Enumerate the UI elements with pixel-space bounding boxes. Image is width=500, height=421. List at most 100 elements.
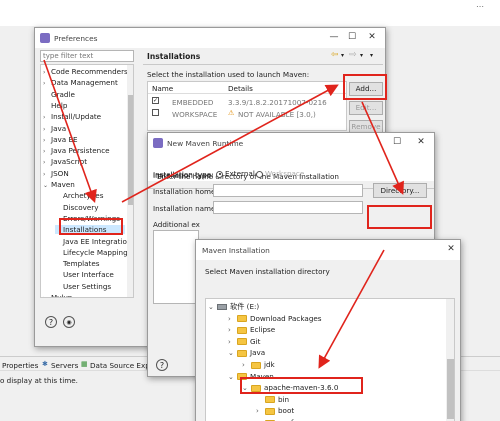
tree-item[interactable]: › Java EE: [43, 135, 125, 144]
dropdown-icon[interactable]: ▾: [360, 52, 363, 59]
import-export-icon[interactable]: ◉: [63, 316, 75, 328]
highlight-directory-button: [367, 205, 432, 229]
folder-label: Eclipse: [250, 325, 276, 335]
folder-tree-item[interactable]: bin: [256, 395, 289, 404]
expand-arrow-icon[interactable]: ›: [43, 137, 51, 144]
expand-arrow-icon[interactable]: ›: [43, 148, 51, 155]
table-row[interactable]: ✓ EMBEDDED 3.3.9/1.8.2.20171007-0216: [148, 96, 346, 107]
tree-item-maven-child[interactable]: Discovery: [55, 203, 125, 212]
column-header-details[interactable]: Details: [228, 84, 253, 93]
runtime-app-icon: [153, 138, 163, 148]
expand-arrow-icon[interactable]: ›: [43, 159, 51, 166]
expand-arrow-icon[interactable]: ›: [43, 295, 51, 297]
expand-arrow-icon[interactable]: ⌄: [228, 349, 237, 357]
expand-arrow-icon[interactable]: ›: [228, 315, 237, 323]
tree-scrollbar[interactable]: [127, 65, 133, 297]
edit-button[interactable]: Edit...: [349, 101, 383, 115]
expand-arrow-icon[interactable]: ›: [228, 338, 237, 346]
maximize-icon[interactable]: ☐: [390, 136, 404, 149]
tree-item[interactable]: › Java Persistence: [43, 146, 125, 155]
tree-item[interactable]: › JavaScript: [43, 157, 125, 166]
runtime-help-icon[interactable]: ?: [156, 359, 168, 371]
folder-tree-scrollbar-thumb[interactable]: [447, 359, 454, 419]
tree-scrollbar-thumb[interactable]: [128, 95, 133, 205]
tree-item[interactable]: › JSON: [43, 169, 125, 178]
tree-item-maven-child[interactable]: Archetypes: [55, 191, 125, 200]
servers-tab[interactable]: Servers: [51, 361, 78, 370]
tree-item[interactable]: Help: [43, 101, 125, 110]
highlight-maven-folder: [240, 377, 363, 394]
close-icon[interactable]: ✕: [365, 31, 379, 44]
back-arrow-icon[interactable]: ⇦: [331, 50, 339, 60]
tree-item-maven-child[interactable]: Java EE Integratio: [55, 237, 127, 246]
folder-tree-item[interactable]: › Git: [228, 337, 260, 346]
folder-tree-scrollbar[interactable]: [446, 299, 454, 421]
row-checkbox[interactable]: ✓: [152, 97, 159, 104]
folder-icon: [237, 349, 247, 357]
folder-tree-item[interactable]: › Eclipse: [228, 325, 275, 334]
expand-arrow-icon[interactable]: ›: [43, 114, 51, 121]
row-name: EMBEDDED: [172, 98, 214, 107]
table-row[interactable]: WORKSPACE ⚠ NOT AVAILABLE [3.0,): [148, 108, 346, 119]
tree-item-maven-child[interactable]: Templates: [55, 259, 125, 268]
folder-label: Git: [250, 336, 261, 346]
tree-item[interactable]: › Java: [43, 124, 125, 133]
dropdown-icon[interactable]: ▾: [341, 52, 344, 59]
additional-libraries-list[interactable]: [153, 230, 199, 304]
expand-arrow-icon[interactable]: ›: [256, 407, 265, 415]
workspace-radio[interactable]: Workspace: [256, 169, 304, 178]
properties-tab[interactable]: Properties: [2, 361, 38, 370]
tree-item-label: User Settings: [63, 281, 112, 291]
folder-tree-item[interactable]: › jdk: [242, 360, 275, 369]
tree-item-label: JavaScript: [51, 157, 88, 167]
tree-item-maven-child[interactable]: User Interface: [55, 270, 125, 279]
external-radio[interactable]: External: [216, 169, 255, 178]
close-icon[interactable]: ✕: [444, 243, 458, 256]
tree-item-maven-child[interactable]: User Settings: [55, 282, 125, 291]
data-source-icon: ▦: [81, 360, 88, 368]
folder-tree-item[interactable]: ⌄ Java: [228, 348, 265, 357]
ide-menu-dots-icon[interactable]: ⋯: [476, 2, 494, 11]
expand-arrow-icon[interactable]: ›: [43, 171, 51, 178]
installation-name-field[interactable]: [213, 201, 363, 214]
minimize-icon[interactable]: —: [327, 31, 341, 44]
preferences-titlebar: Preferences — ☐ ✕: [35, 28, 385, 48]
installation-type-text: Installation type:: [153, 170, 214, 179]
folder-tree-item[interactable]: ⌄ 软件 (E:): [208, 302, 259, 312]
tree-item[interactable]: ›Mylyn: [43, 293, 125, 297]
folder-tree-item[interactable]: › boot: [256, 406, 294, 415]
maximize-icon[interactable]: ☐: [345, 31, 359, 44]
installation-home-field[interactable]: [213, 184, 363, 197]
expand-arrow-icon[interactable]: ›: [43, 126, 51, 133]
expand-arrow-icon[interactable]: ⌄: [208, 303, 217, 311]
page-separator: [143, 64, 383, 65]
help-icon[interactable]: ?: [45, 316, 57, 328]
row-checkbox[interactable]: [152, 109, 159, 116]
servers-icon: ✱: [42, 360, 48, 368]
tree-item[interactable]: › Code Recommenders: [43, 67, 128, 76]
bottom-message: o display at this time.: [0, 376, 78, 385]
tree-item-label: Data Management: [51, 78, 118, 88]
directory-button[interactable]: Directory...: [373, 183, 427, 198]
tree-item[interactable]: Gradle: [43, 90, 125, 99]
view-menu-icon[interactable]: ▾: [370, 52, 373, 59]
tree-item[interactable]: ⌄ Maven: [43, 180, 125, 189]
row-details: 3.3.9/1.8.2.20171007-0216: [228, 98, 327, 107]
expand-arrow-icon[interactable]: ›: [43, 80, 51, 87]
folder-icon: [237, 326, 247, 334]
expand-arrow-icon[interactable]: ›: [228, 326, 237, 334]
folder-label: jdk: [264, 360, 275, 369]
expand-arrow-icon[interactable]: ⌄: [43, 182, 51, 189]
forward-arrow-icon[interactable]: ⇨: [349, 50, 357, 60]
close-icon[interactable]: ✕: [414, 136, 428, 149]
tree-item[interactable]: › Data Management: [43, 78, 125, 87]
folder-tree-item[interactable]: › Download Packages: [228, 314, 322, 323]
expand-arrow-icon[interactable]: ›: [242, 361, 251, 369]
column-header-name[interactable]: Name: [152, 84, 173, 93]
tree-item[interactable]: › Install/Update: [43, 112, 125, 121]
row-details: NOT AVAILABLE [3.0,): [238, 110, 316, 119]
expand-arrow-icon[interactable]: ›: [43, 69, 51, 76]
expand-arrow-icon[interactable]: ⌄: [228, 373, 237, 381]
tree-item-maven-child[interactable]: Lifecycle Mapping: [55, 248, 128, 257]
filter-input[interactable]: [40, 50, 134, 62]
